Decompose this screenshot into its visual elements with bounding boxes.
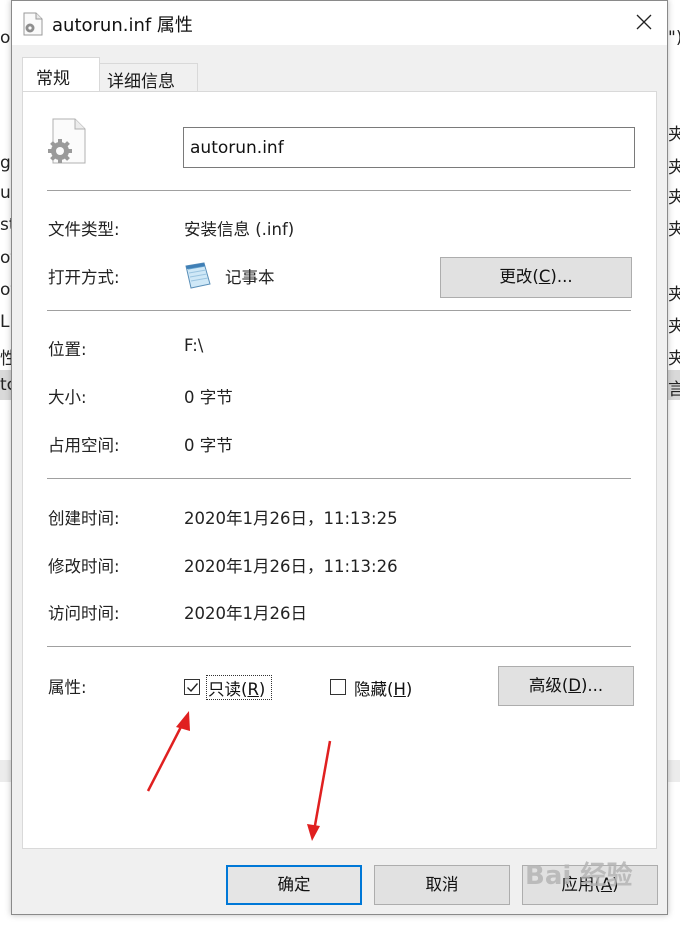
- background-scrollbar: [668, 760, 680, 782]
- divider: [47, 478, 631, 479]
- close-button[interactable]: [621, 1, 667, 45]
- background-text: "): [668, 28, 680, 48]
- readonly-label[interactable]: 只读(R): [208, 676, 265, 700]
- created-value: 2020年1月26日，11:13:25: [184, 509, 398, 528]
- background-text: 夹: [668, 349, 680, 369]
- background-text: 夹: [668, 188, 680, 208]
- readonly-label-text: 只读(: [208, 680, 248, 699]
- settings-file-icon: [23, 12, 43, 36]
- open-with-value: 记事本: [225, 268, 275, 287]
- file-name-input[interactable]: [183, 127, 635, 168]
- hidden-checkbox[interactable]: [330, 679, 346, 695]
- annotation-arrow-icon: [307, 740, 332, 841]
- readonly-suffix: ): [258, 680, 266, 699]
- change-button-suffix: )...: [550, 267, 573, 286]
- change-button[interactable]: 更改(C)...: [440, 257, 632, 298]
- change-button-key: C: [538, 267, 551, 286]
- background-text: 夹: [668, 285, 680, 305]
- file-type-value: 安装信息 (.inf): [184, 220, 295, 239]
- background-text: 夹: [668, 125, 680, 145]
- change-button-label: 更改(: [499, 267, 539, 286]
- divider: [47, 646, 631, 647]
- readonly-checkbox[interactable]: [184, 679, 200, 695]
- created-label: 创建时间:: [48, 509, 120, 528]
- tab-details[interactable]: 详细信息: [99, 63, 198, 92]
- location-label: 位置:: [48, 340, 87, 359]
- annotation-arrow-icon: [146, 711, 190, 792]
- divider: [47, 190, 631, 191]
- size-value: 0 字节: [184, 388, 233, 407]
- size-label: 大小:: [48, 388, 87, 407]
- size-on-disk-label: 占用空间:: [48, 436, 120, 455]
- hidden-label-text: 隐藏(: [354, 680, 394, 699]
- advanced-button-key: D: [568, 676, 581, 695]
- background-text: 夹: [668, 317, 680, 337]
- hidden-label[interactable]: 隐藏(H): [354, 676, 412, 700]
- notepad-icon: [183, 260, 213, 290]
- hidden-suffix: ): [405, 680, 413, 699]
- open-with-label: 打开方式:: [48, 268, 120, 287]
- ok-button[interactable]: 确定: [226, 865, 362, 905]
- accessed-label: 访问时间:: [48, 604, 120, 623]
- file-type-label: 文件类型:: [48, 220, 120, 239]
- location-value: F:\: [184, 336, 204, 355]
- modified-label: 修改时间:: [48, 557, 120, 576]
- modified-value: 2020年1月26日，11:13:26: [184, 557, 398, 576]
- background-text: 夹: [668, 220, 680, 240]
- accessed-value: 2020年1月26日: [184, 604, 307, 623]
- settings-file-icon: [47, 117, 89, 165]
- tab-general[interactable]: 常规: [22, 57, 100, 91]
- readonly-key: R: [247, 680, 259, 699]
- advanced-button-label: 高级(: [528, 676, 569, 695]
- hidden-key: H: [393, 680, 406, 699]
- divider: [47, 310, 631, 311]
- close-icon: [636, 14, 652, 30]
- cancel-button[interactable]: 取消: [374, 865, 510, 905]
- attributes-label: 属性:: [48, 678, 87, 697]
- dialog-title: autorun.inf 属性: [52, 15, 193, 36]
- advanced-button[interactable]: 高级(D)...: [498, 666, 634, 706]
- title-bar[interactable]: autorun.inf 属性: [12, 1, 667, 45]
- background-text: 夹: [668, 158, 680, 178]
- background-text: 言: [668, 380, 680, 400]
- advanced-button-suffix: )...: [580, 676, 604, 695]
- checkmark-icon: [187, 683, 199, 693]
- watermark: Bai 经验: [525, 861, 633, 891]
- size-on-disk-value: 0 字节: [184, 436, 233, 455]
